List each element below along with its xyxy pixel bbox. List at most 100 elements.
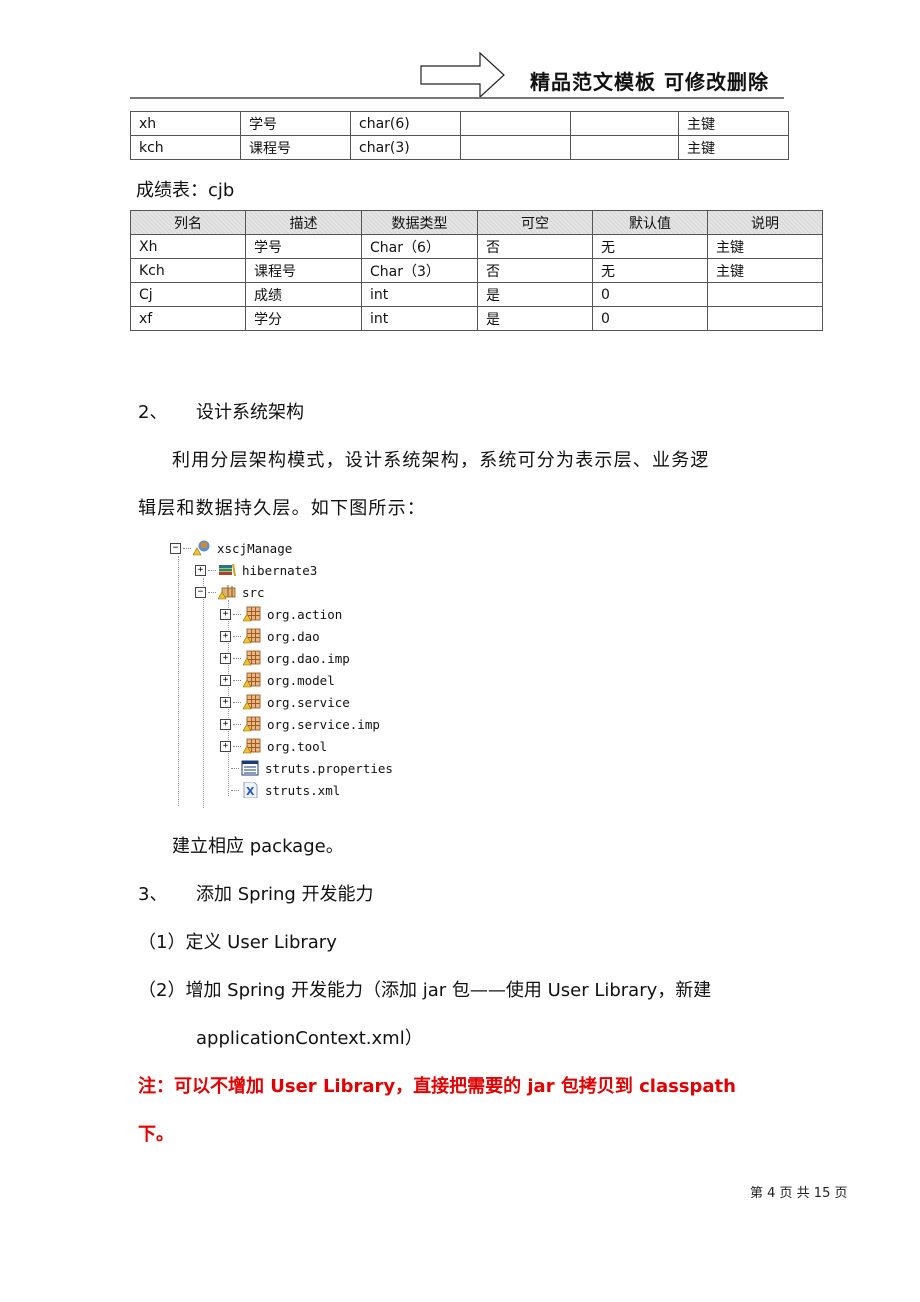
expand-icon[interactable]: + <box>220 674 231 686</box>
note-line2: 下。 <box>138 1124 174 1145</box>
table-cell <box>460 111 571 136</box>
header-divider <box>130 97 784 99</box>
tree-connector <box>233 679 241 681</box>
course-table-continuation: xh 学号 char(6) 主键 kch 课程号 char(3) 主键 <box>130 111 789 160</box>
table-cell: kch <box>130 135 241 160</box>
section-3-item-2-line1: （2）增加 Spring 开发能力（添加 jar 包——使用 User Libr… <box>138 980 712 1001</box>
package-icon <box>242 716 261 732</box>
table-cell <box>570 111 679 136</box>
tree-node-label: hibernate3 <box>242 562 318 578</box>
page-number: 第 4 页 共 15 页 <box>750 1186 848 1201</box>
section-3-title: 添加 Spring 开发能力 <box>196 884 374 905</box>
tree-node-label: org.action <box>267 606 343 622</box>
tree-node[interactable]: + org.dao <box>220 626 320 646</box>
column-header: 默认值 <box>592 210 708 235</box>
table-cell <box>707 282 823 307</box>
header-title: 精品范文模板 可修改删除 <box>530 70 769 94</box>
tree-node[interactable]: + org.service <box>220 692 350 712</box>
table-cell: 无 <box>592 258 708 283</box>
table-cell: xh <box>130 111 241 136</box>
section-2-number: 2、 <box>138 402 168 423</box>
table-cell: 主键 <box>707 234 823 259</box>
package-icon <box>242 738 261 754</box>
table-cell: 0 <box>592 282 708 307</box>
tree-connector <box>233 635 241 637</box>
tree-node[interactable]: + org.model <box>220 670 335 690</box>
column-header: 数据类型 <box>361 210 478 235</box>
tree-node[interactable]: + org.dao.imp <box>220 648 350 668</box>
tree-node-label: src <box>242 584 265 600</box>
table-cell <box>570 135 679 160</box>
table-cell: 主键 <box>678 111 789 136</box>
table-cell: 无 <box>592 234 708 259</box>
table-cell: 主键 <box>678 135 789 160</box>
tree-node-label: struts.properties <box>265 760 393 776</box>
tree-node-label: org.tool <box>267 738 328 754</box>
table-cell: 课程号 <box>245 258 362 283</box>
properties-file-icon <box>241 760 259 776</box>
column-header: 描述 <box>245 210 362 235</box>
table-cell: Cj <box>130 282 246 307</box>
table-cell: Char（3） <box>361 258 478 283</box>
tree-connector <box>231 767 239 769</box>
table-cell: 学分 <box>245 306 362 331</box>
project-tree: − xscjManage + hibernate3 − src + org.action + or… <box>170 538 430 808</box>
tree-node[interactable]: + org.action <box>220 604 342 624</box>
table-row: Xh 学号 Char（6）否无主键 <box>130 234 823 259</box>
library-icon <box>218 562 236 578</box>
source-folder-icon <box>217 584 236 600</box>
table-cell: 否 <box>477 258 593 283</box>
table-cell: Kch <box>130 258 246 283</box>
table-cell: 成绩 <box>245 282 362 307</box>
section-2-paragraph-line1: 利用分层架构模式，设计系统架构，系统可分为表示层、业务逻 <box>172 450 710 471</box>
table-row: Kch 课程号 Char（3）否无 主键 <box>130 258 823 283</box>
tree-node[interactable]: − xscjManage <box>170 538 292 558</box>
tree-node[interactable]: − src <box>195 582 265 602</box>
tree-node[interactable]: Xstruts.xml <box>228 780 340 800</box>
table-row: xf 学分 int 是 0 <box>130 306 823 331</box>
table-cell: 学号 <box>240 111 351 136</box>
expand-icon[interactable]: + <box>220 740 231 752</box>
expand-icon[interactable]: + <box>220 630 231 642</box>
section-3-item-2-line2: applicationContext.xml） <box>196 1028 423 1049</box>
project-icon <box>192 540 211 556</box>
collapse-icon[interactable]: − <box>195 586 206 598</box>
table-cell: 主键 <box>707 258 823 283</box>
package-note: 建立相应 package。 <box>172 836 344 857</box>
package-icon <box>242 606 261 622</box>
expand-icon[interactable]: + <box>195 564 206 576</box>
column-header: 可空 <box>477 210 593 235</box>
tree-connector <box>183 547 191 549</box>
table-cell <box>460 135 571 160</box>
tree-connector <box>233 701 241 703</box>
expand-icon[interactable]: + <box>220 718 231 730</box>
tree-connector <box>233 745 241 747</box>
column-header: 列名 <box>130 210 246 235</box>
note-line1: 注：可以不增加 User Library，直接把需要的 jar 包拷贝到 cla… <box>138 1076 736 1097</box>
table-cell: 0 <box>592 306 708 331</box>
table-cell: Char（6） <box>361 234 478 259</box>
table-cell: xf <box>130 306 246 331</box>
expand-icon[interactable]: + <box>220 652 231 664</box>
section-2-paragraph-line2: 辑层和数据持久层。如下图所示： <box>138 498 426 519</box>
table-cell: char(3) <box>350 135 461 160</box>
tree-node[interactable]: + org.tool <box>220 736 327 756</box>
section-3-number: 3、 <box>138 884 168 905</box>
table-cell: 是 <box>477 282 593 307</box>
tree-node[interactable]: + org.service.imp <box>220 714 380 734</box>
tree-node-label: xscjManage <box>217 540 293 556</box>
package-icon <box>242 672 261 688</box>
table-cell: 是 <box>477 306 593 331</box>
tree-node[interactable]: struts.properties <box>228 758 393 778</box>
expand-icon[interactable]: + <box>220 696 231 708</box>
table-cell: int <box>361 282 478 307</box>
tree-node-label: org.dao <box>267 628 320 644</box>
tree-node[interactable]: + hibernate3 <box>195 560 317 580</box>
section-2-title: 设计系统架构 <box>196 402 304 423</box>
tree-connector <box>233 613 241 615</box>
expand-icon[interactable]: + <box>220 608 231 620</box>
collapse-icon[interactable]: − <box>170 542 181 554</box>
tree-connector <box>208 591 216 593</box>
section-3-item-1: （1）定义 User Library <box>138 932 337 953</box>
table-caption: 成绩表：cjb <box>136 180 235 201</box>
